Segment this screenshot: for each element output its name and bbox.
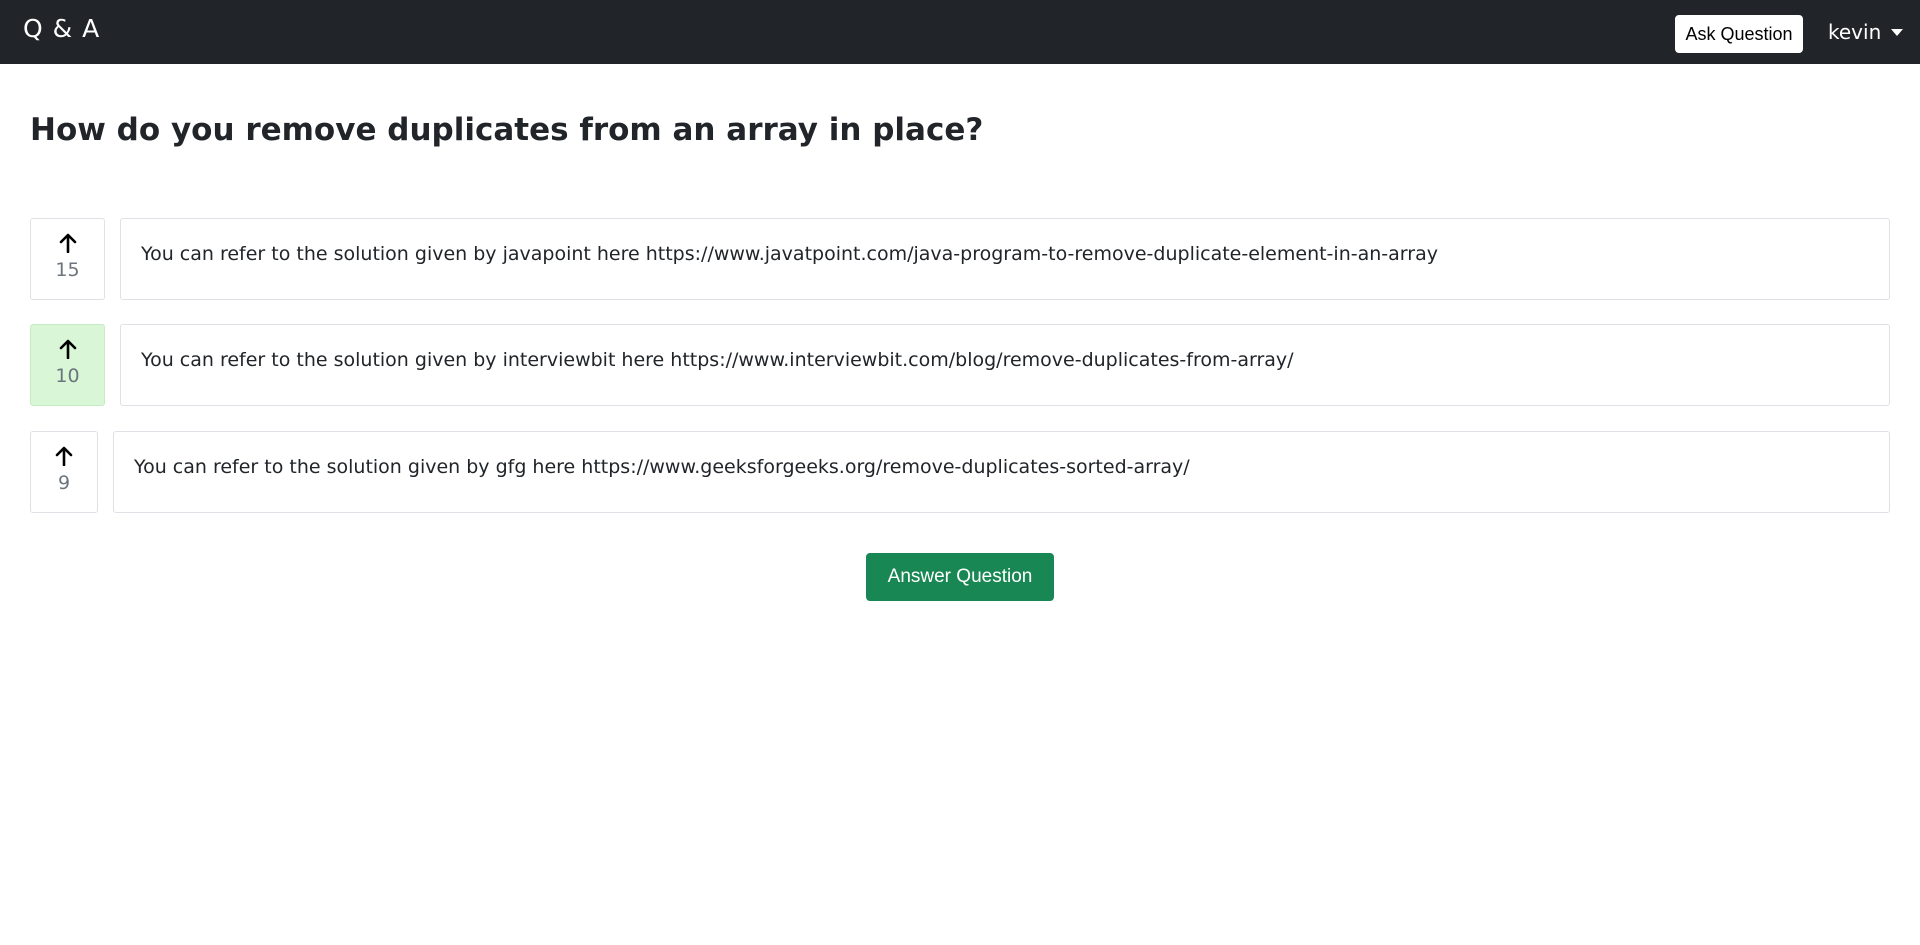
answer-card: You can refer to the solution given by i…: [120, 324, 1890, 406]
arrow-up-icon: [55, 446, 73, 466]
arrow-up-icon: [59, 339, 76, 359]
user-menu[interactable]: kevin: [1828, 19, 1904, 45]
answer-card: You can refer to the solution given by j…: [120, 218, 1890, 300]
upvote-button[interactable]: 15: [30, 218, 105, 300]
top-navbar: Q & A Ask Question kevin: [0, 0, 1920, 64]
question-title: How do you remove duplicates from an arr…: [30, 112, 984, 148]
vote-count: 9: [57, 472, 71, 494]
brand-logo[interactable]: Q & A: [23, 14, 100, 43]
answer-text: You can refer to the solution given by i…: [141, 349, 1294, 371]
arrow-up-icon: [59, 233, 76, 253]
vote-count: 15: [55, 259, 80, 281]
user-name: kevin: [1828, 20, 1882, 44]
answer-card: You can refer to the solution given by g…: [113, 431, 1890, 513]
answer-text: You can refer to the solution given by j…: [141, 243, 1438, 265]
answer-question-button[interactable]: Answer Question: [866, 553, 1054, 601]
vote-count: 10: [55, 365, 80, 387]
answer-text: You can refer to the solution given by g…: [134, 456, 1190, 478]
ask-question-button[interactable]: Ask Question: [1675, 15, 1803, 53]
upvote-button[interactable]: 9: [30, 431, 98, 513]
caret-down-icon: [1891, 28, 1904, 36]
upvote-button[interactable]: 10: [30, 324, 105, 406]
